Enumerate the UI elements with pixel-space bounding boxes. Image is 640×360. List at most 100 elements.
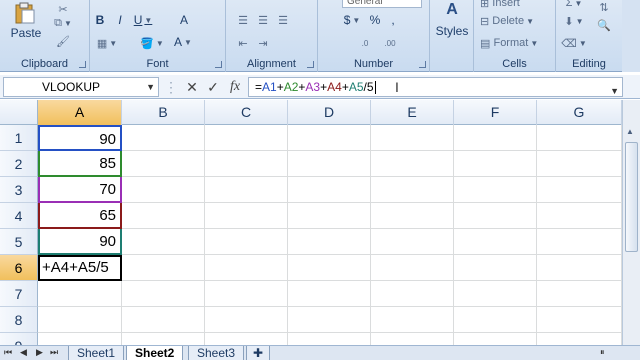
tab-sheet2[interactable]: Sheet2	[126, 346, 184, 360]
cell-c7[interactable]	[205, 281, 288, 307]
cell-g7[interactable]	[537, 281, 622, 307]
increase-indent-icon[interactable]: ⇥	[254, 36, 272, 50]
cell-e7[interactable]	[371, 281, 454, 307]
cell-d5[interactable]	[288, 229, 371, 255]
column-header-a[interactable]: A	[38, 100, 122, 125]
row-header-7[interactable]: 7	[0, 281, 38, 307]
cell-a9[interactable]	[38, 333, 122, 345]
align-left-icon[interactable]: ☰	[234, 12, 252, 28]
column-header-b[interactable]: B	[122, 100, 205, 125]
first-sheet-icon[interactable]: ⏮	[4, 347, 12, 358]
column-header-e[interactable]: E	[371, 100, 454, 125]
cell-g2[interactable]	[537, 151, 622, 177]
percent-button[interactable]: %	[368, 12, 382, 28]
cell-a5[interactable]: 90	[38, 229, 122, 255]
next-sheet-icon[interactable]: ▶	[36, 347, 43, 358]
insert-button[interactable]: ⊞ Insert	[480, 0, 550, 10]
cell-a8[interactable]	[38, 307, 122, 333]
cell-b5[interactable]	[122, 229, 205, 255]
decrease-indent-icon[interactable]: ⇤	[234, 36, 252, 50]
cell-a4[interactable]: 65	[38, 203, 122, 229]
currency-button[interactable]: $ ▼	[342, 12, 362, 28]
cell-c5[interactable]	[205, 229, 288, 255]
cell-a7[interactable]	[38, 281, 122, 307]
cell-e4[interactable]	[371, 203, 454, 229]
vertical-scrollbar[interactable]: ▲	[622, 100, 640, 345]
name-box[interactable]: VLOOKUP ▼	[3, 77, 159, 97]
row-header-9[interactable]: 9	[0, 333, 38, 345]
format-painter-icon[interactable]: 🖌	[50, 34, 76, 48]
cell-b8[interactable]	[122, 307, 205, 333]
italic-button[interactable]: I	[112, 12, 128, 28]
cell-c2[interactable]	[205, 151, 288, 177]
enter-formula-button[interactable]: ✓	[204, 77, 222, 97]
number-dialog-launcher[interactable]	[419, 61, 426, 68]
cell-d8[interactable]	[288, 307, 371, 333]
font-color-button[interactable]: A ▼	[172, 34, 194, 50]
column-header-g[interactable]: G	[537, 100, 622, 125]
cell-d3[interactable]	[288, 177, 371, 203]
cell-b2[interactable]	[122, 151, 205, 177]
find-select-icon[interactable]: 🔍	[594, 16, 614, 34]
cell-e8[interactable]	[371, 307, 454, 333]
row-header-4[interactable]: 4	[0, 203, 38, 229]
column-header-c[interactable]: C	[205, 100, 288, 125]
paste-button[interactable]: Paste	[6, 26, 46, 40]
cell-e3[interactable]	[371, 177, 454, 203]
cell-d9[interactable]	[288, 333, 371, 345]
cell-b7[interactable]	[122, 281, 205, 307]
number-format-dropdown[interactable]: General	[342, 0, 422, 8]
clear-icon[interactable]: ⌫ ▼	[561, 36, 586, 50]
insert-worksheet-icon[interactable]: ✚	[246, 346, 271, 360]
cell-e1[interactable]	[371, 125, 454, 151]
cell-d1[interactable]	[288, 125, 371, 151]
cell-g1[interactable]	[537, 125, 622, 151]
format-button[interactable]: ▤ Format ▼	[480, 36, 550, 50]
cell-f7[interactable]	[454, 281, 537, 307]
decrease-decimal-button[interactable]: .00	[378, 36, 402, 50]
bold-button[interactable]: B	[92, 12, 108, 28]
cell-b1[interactable]	[122, 125, 205, 151]
tab-splitter-icon[interactable]: ⏸	[600, 347, 605, 358]
tab-sheet1[interactable]: Sheet1	[68, 346, 125, 360]
row-header-1[interactable]: 1	[0, 125, 38, 151]
cell-f4[interactable]	[454, 203, 537, 229]
autosum-icon[interactable]: Σ ▼	[562, 0, 586, 10]
delete-button[interactable]: ⊟ Delete ▼	[480, 14, 550, 28]
grow-font-button[interactable]: A	[176, 12, 192, 28]
row-header-3[interactable]: 3	[0, 177, 38, 203]
insert-function-button[interactable]: fx	[226, 77, 244, 97]
prev-sheet-icon[interactable]: ◀	[20, 347, 27, 358]
cell-f3[interactable]	[454, 177, 537, 203]
paste-icon[interactable]	[8, 2, 40, 24]
cell-f2[interactable]	[454, 151, 537, 177]
align-center-icon[interactable]: ☰	[254, 12, 272, 28]
cell-d4[interactable]	[288, 203, 371, 229]
cell-f8[interactable]	[454, 307, 537, 333]
comma-button[interactable]: ,	[386, 12, 400, 28]
cell-d6[interactable]	[288, 255, 371, 281]
cell-g9[interactable]	[537, 333, 622, 345]
scroll-thumb[interactable]	[625, 142, 638, 252]
increase-decimal-button[interactable]: .0	[354, 36, 376, 50]
styles-icon[interactable]: A	[440, 0, 464, 20]
last-sheet-icon[interactable]: ⏭	[50, 347, 58, 358]
cell-a1[interactable]: 90	[38, 125, 122, 151]
cell-f9[interactable]	[454, 333, 537, 345]
scroll-up-arrow-icon[interactable]: ▲	[626, 127, 634, 136]
cell-a2[interactable]: 85	[38, 151, 122, 177]
cell-b3[interactable]	[122, 177, 205, 203]
borders-icon[interactable]: ▦ ▼	[92, 36, 122, 50]
cell-f5[interactable]	[454, 229, 537, 255]
select-all-corner[interactable]	[0, 100, 38, 125]
cell-a3[interactable]: 70	[38, 177, 122, 203]
row-header-6[interactable]: 6	[0, 255, 38, 281]
cell-d2[interactable]	[288, 151, 371, 177]
cell-f1[interactable]	[454, 125, 537, 151]
cell-c1[interactable]	[205, 125, 288, 151]
column-header-d[interactable]: D	[288, 100, 371, 125]
cell-f6[interactable]	[454, 255, 537, 281]
cell-c3[interactable]	[205, 177, 288, 203]
cell-e5[interactable]	[371, 229, 454, 255]
tab-sheet3[interactable]: Sheet3	[188, 346, 245, 360]
